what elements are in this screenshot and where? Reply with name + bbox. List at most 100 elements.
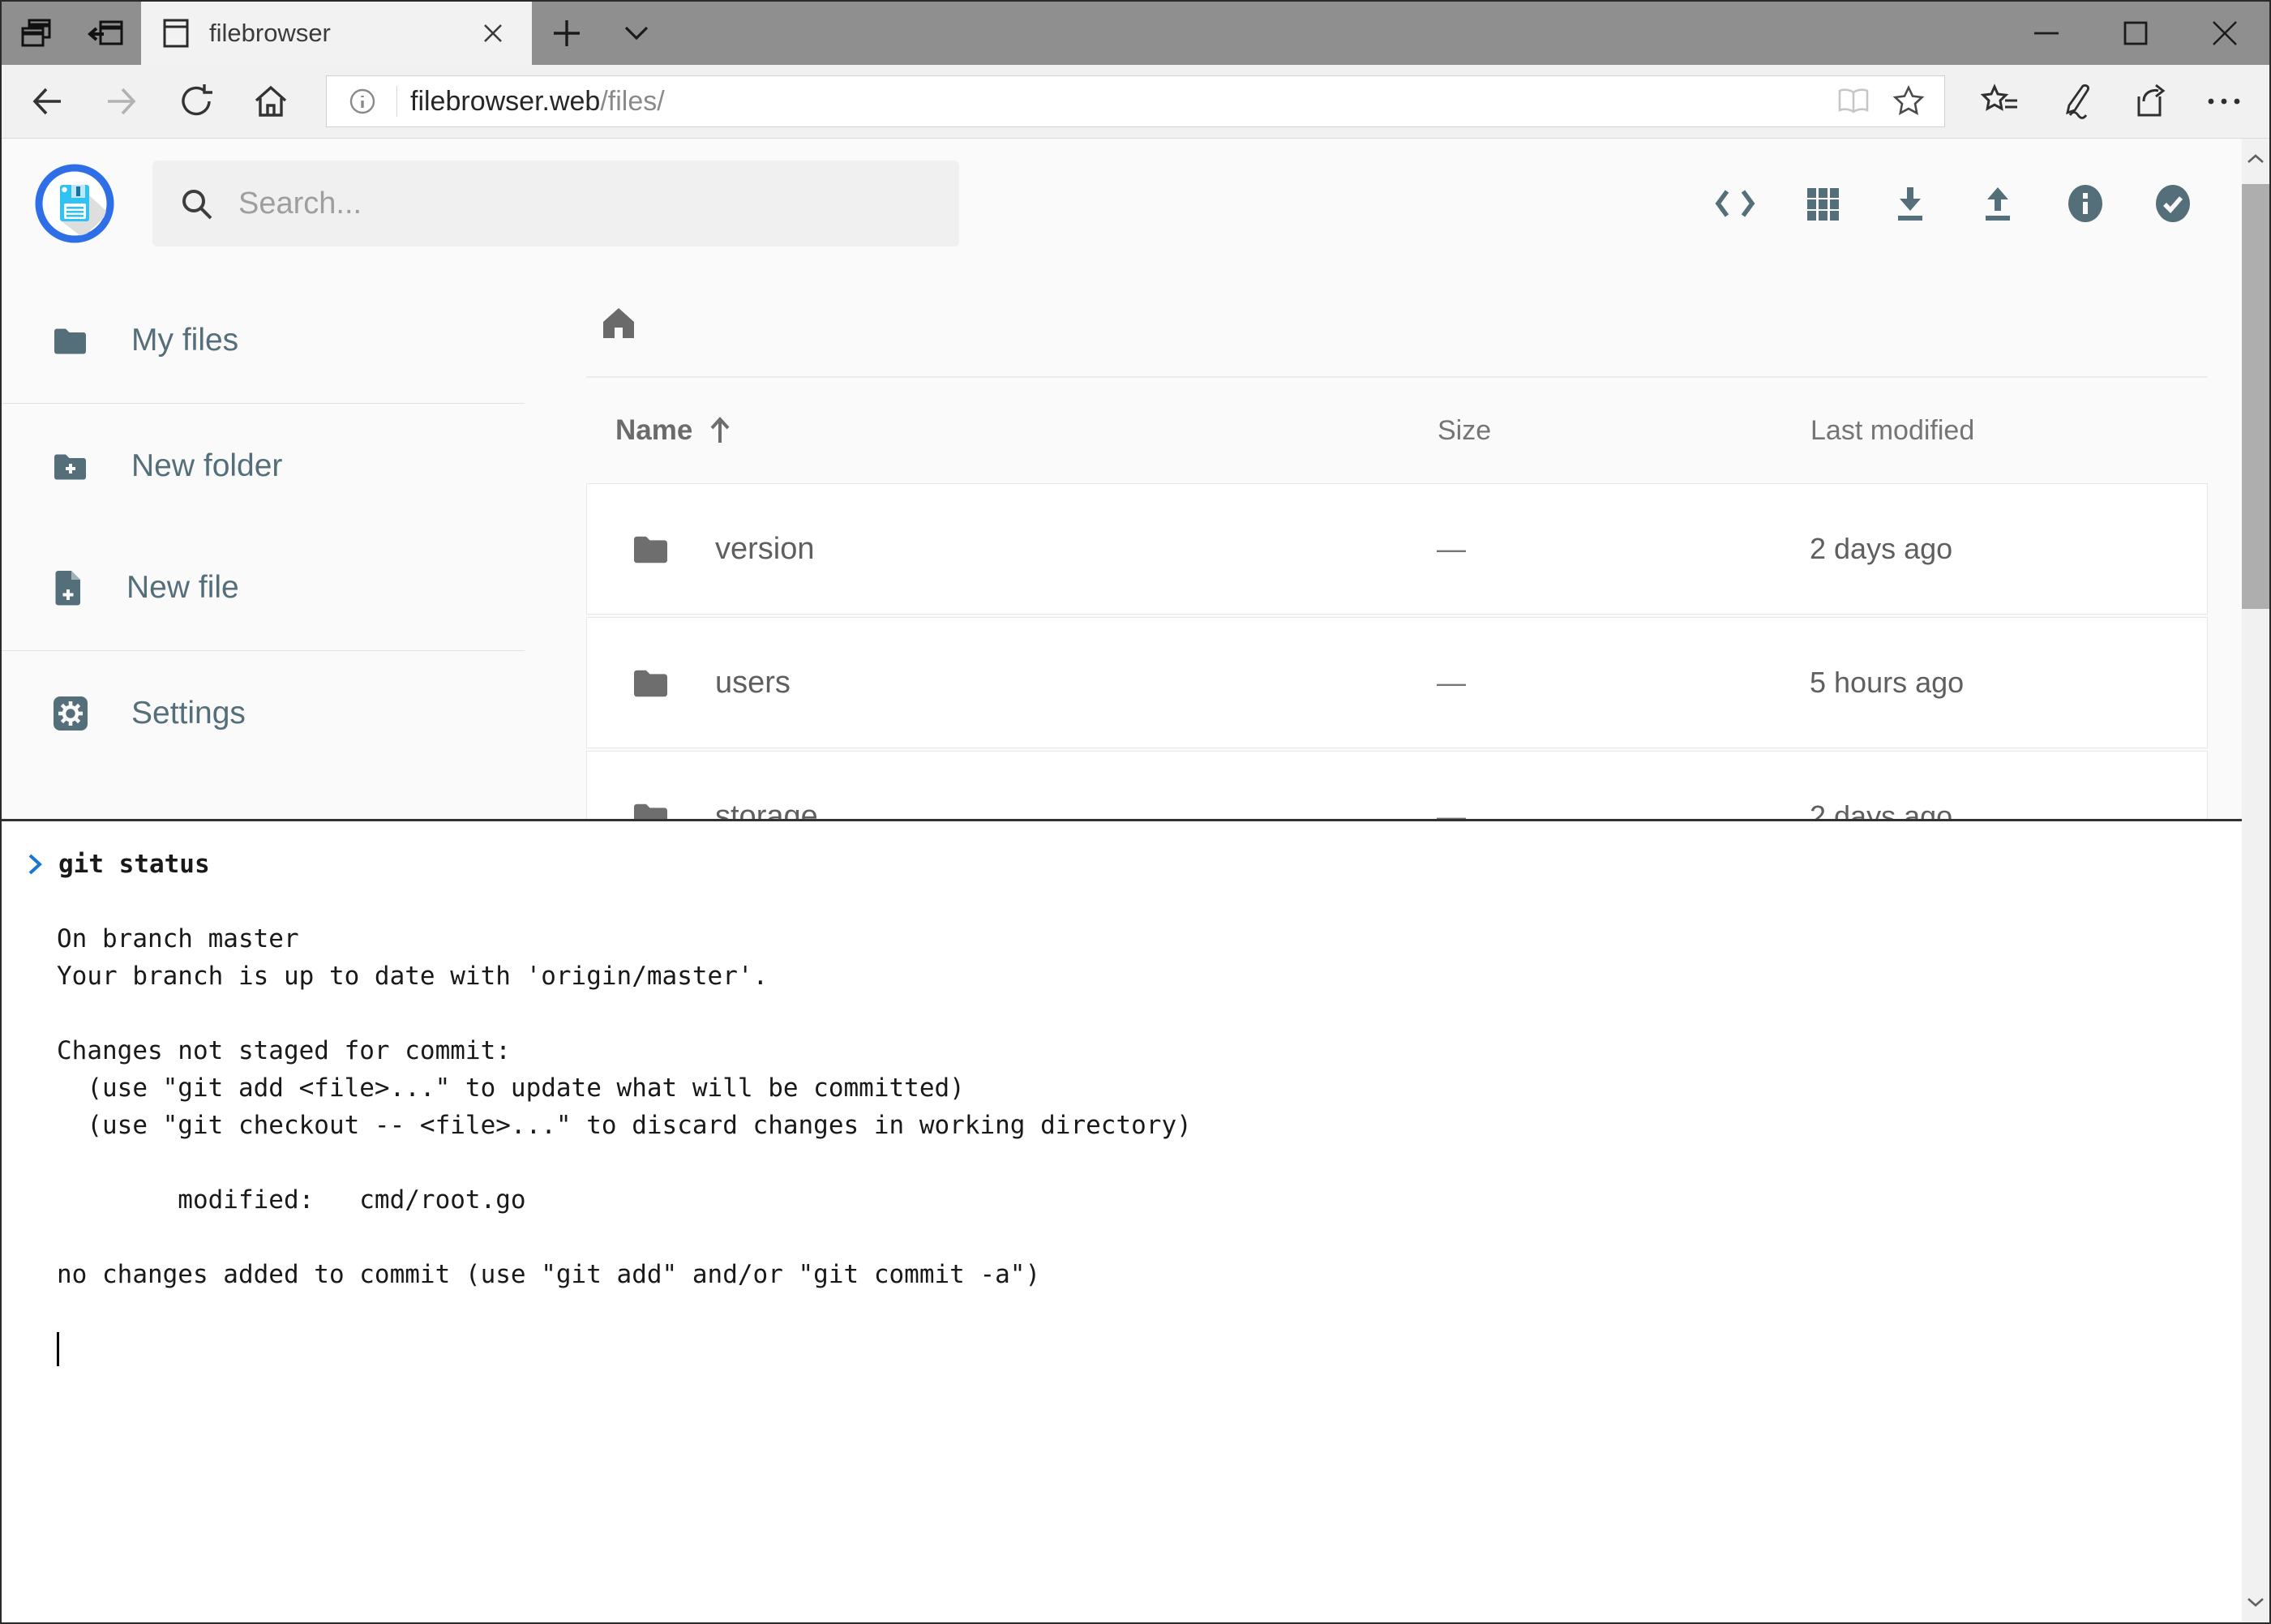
close-window-button[interactable]	[2180, 2, 2269, 65]
share-icon	[2131, 84, 2168, 119]
home-button[interactable]	[234, 65, 308, 138]
header-actions	[1715, 179, 2193, 228]
sidebar-item-label: My files	[131, 323, 238, 358]
address-bar[interactable]: filebrowser.web/files/	[326, 75, 1945, 127]
site-info-icon[interactable]	[341, 80, 383, 122]
file-modified: 2 days ago	[1785, 799, 2207, 819]
set-tabs-aside-icon	[88, 15, 125, 51]
scrollbar-down-arrow[interactable]	[2242, 1582, 2269, 1622]
sidebar-item-label: New file	[126, 570, 239, 606]
file-row-version[interactable]: version — 2 days ago	[586, 483, 2208, 615]
tab-preview-icon	[19, 15, 54, 51]
breadcrumb-home-button[interactable]	[599, 305, 638, 341]
file-listing: Name Size Last modified	[525, 268, 2242, 819]
settings-gear-icon	[52, 695, 89, 732]
filebrowser-logo-icon[interactable]	[34, 163, 115, 244]
file-size: —	[1437, 532, 1785, 566]
hub-star-icon	[1981, 84, 2020, 119]
sort-ascending-icon	[705, 415, 735, 446]
titlebar: filebrowser	[2, 2, 2269, 65]
refresh-button[interactable]	[159, 65, 234, 138]
terminal-line: (use "git add <file>..." to update what …	[26, 1069, 2242, 1107]
file-name: users	[715, 666, 791, 701]
terminal-line: On branch master	[26, 920, 2242, 958]
terminal-line: no changes added to commit (use "git add…	[26, 1256, 2242, 1293]
scrollbar-thumb[interactable]	[2242, 184, 2269, 609]
forward-icon	[103, 83, 140, 120]
add-favorite-star-icon[interactable]	[1888, 80, 1930, 122]
forward-button[interactable]	[84, 65, 159, 138]
tab-close-icon[interactable]	[475, 15, 511, 51]
filebrowser-header	[2, 139, 2242, 268]
sidebar-item-settings[interactable]: Settings	[2, 653, 525, 774]
window-controls	[2002, 2, 2269, 65]
search-input[interactable]	[237, 186, 933, 222]
back-button[interactable]	[10, 65, 84, 138]
search-box[interactable]	[152, 161, 959, 246]
terminal-line	[26, 1219, 2242, 1256]
sidebar-item-label: New folder	[131, 448, 282, 484]
folder-icon	[52, 324, 89, 357]
url-path: /files/	[600, 86, 664, 117]
folder-icon	[632, 666, 671, 700]
file-name: version	[715, 532, 815, 567]
download-icon	[1892, 184, 1929, 223]
plus-icon	[552, 19, 581, 48]
file-row-storage[interactable]: storage — 2 days ago	[586, 751, 2208, 819]
grid-view-button[interactable]	[1802, 179, 1843, 228]
terminal-line	[26, 1144, 2242, 1181]
check-circle-icon	[2153, 183, 2192, 224]
raw-editor-button[interactable]	[1715, 179, 1755, 228]
maximize-button[interactable]	[2091, 2, 2180, 65]
tab-preview-button[interactable]	[2, 2, 71, 65]
terminal-cursor	[57, 1332, 59, 1366]
new-tab-button[interactable]	[532, 2, 602, 65]
info-icon	[2066, 183, 2105, 224]
file-row-users[interactable]: users — 5 hours ago	[586, 617, 2208, 748]
tab-list-button[interactable]	[602, 2, 671, 65]
set-tabs-aside-button[interactable]	[71, 2, 141, 65]
minimize-button[interactable]	[2002, 2, 2091, 65]
select-multiple-button[interactable]	[2153, 179, 2193, 228]
browser-window: filebrowser	[0, 0, 2271, 1624]
code-icon	[1714, 186, 1756, 221]
info-button[interactable]	[2065, 179, 2106, 228]
sidebar-item-new-file[interactable]: New file	[2, 527, 525, 649]
page-icon	[162, 17, 190, 49]
terminal-line: modified: cmd/root.go	[26, 1181, 2242, 1219]
page-viewport: My files New folder	[2, 139, 2269, 1622]
home-icon	[251, 83, 290, 120]
sidebar-item-label: Settings	[131, 696, 246, 731]
chevron-down-icon	[623, 25, 649, 41]
terminal-line: Your branch is up to date with 'origin/m…	[26, 958, 2242, 995]
addressbar-divider	[396, 86, 397, 117]
favorites-hub-button[interactable]	[1963, 65, 2037, 138]
browser-tab[interactable]: filebrowser	[141, 2, 532, 65]
upload-button[interactable]	[1977, 179, 2018, 228]
sidebar-item-my-files[interactable]: My files	[2, 280, 525, 401]
column-header-name[interactable]: Name	[615, 414, 1438, 447]
terminal-line	[26, 995, 2242, 1032]
share-button[interactable]	[2112, 65, 2187, 138]
url-host: filebrowser.web	[410, 86, 600, 117]
name-header-label: Name	[615, 414, 692, 447]
page-scrollbar[interactable]	[2242, 139, 2269, 1622]
column-header-size[interactable]: Size	[1438, 415, 1786, 447]
column-header-modified[interactable]: Last modified	[1786, 415, 2208, 447]
folder-icon	[632, 532, 671, 566]
url-text[interactable]: filebrowser.web/files/	[410, 86, 665, 118]
sidebar-item-new-folder[interactable]: New folder	[2, 405, 525, 527]
scrollbar-up-arrow[interactable]	[2242, 139, 2269, 179]
terminal-line	[26, 883, 2242, 920]
download-button[interactable]	[1890, 179, 1930, 228]
settings-menu-button[interactable]	[2187, 65, 2261, 138]
annotate-button[interactable]	[2037, 65, 2112, 138]
sidebar-divider	[2, 403, 525, 404]
terminal-command: git status	[58, 850, 210, 879]
sidebar-divider	[2, 650, 525, 651]
prompt-chevron-icon	[26, 851, 44, 878]
reading-view-icon[interactable]	[1832, 80, 1875, 122]
terminal-panel[interactable]: git status On branch master Your branch …	[2, 819, 2242, 1622]
file-size: —	[1437, 799, 1785, 819]
breadcrumb	[586, 268, 2208, 376]
